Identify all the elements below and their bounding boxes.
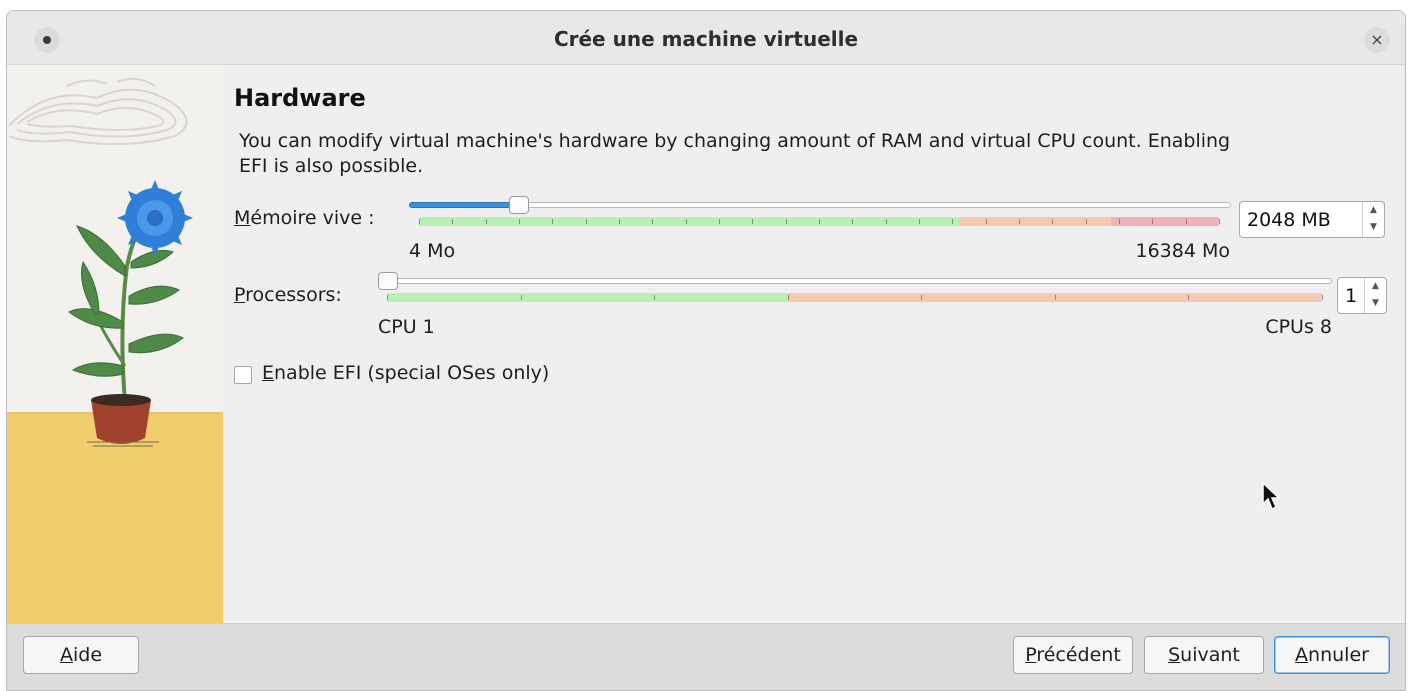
memory-tick (519, 219, 520, 224)
memory-tick (819, 219, 820, 224)
processors-tick (1188, 295, 1189, 300)
memory-slider-fill (409, 202, 519, 208)
memory-tick (786, 219, 787, 224)
cancel-button[interactable]: Annuler (1274, 636, 1390, 674)
title-bar: Crée une machine virtuelle × (7, 11, 1405, 65)
memory-decrement-icon[interactable]: ▼ (1363, 219, 1384, 236)
back-button[interactable]: Précédent (1013, 636, 1133, 674)
help-button[interactable]: Aide (23, 636, 139, 674)
mouse-cursor-icon (1262, 482, 1281, 511)
memory-tick (552, 219, 553, 224)
memory-spinbox-arrows: ▲ ▼ (1362, 202, 1384, 237)
memory-tick (452, 219, 453, 224)
memory-tick (586, 219, 587, 224)
processors-tick (1055, 295, 1056, 300)
memory-tick (1219, 219, 1220, 224)
memory-tick (1086, 219, 1087, 224)
memory-min-label: 4 Mo (409, 240, 456, 262)
page-title: Hardware (234, 84, 366, 112)
processors-decrement-icon[interactable]: ▼ (1365, 295, 1386, 312)
processors-spinbox-arrows: ▲ ▼ (1364, 278, 1386, 313)
content-area: Hardware You can modify virtual machine'… (223, 66, 1405, 623)
next-button[interactable]: Suivant (1144, 636, 1264, 674)
processors-ticks (387, 293, 1323, 302)
memory-increment-icon[interactable]: ▲ (1363, 202, 1384, 219)
processors-label: Processors: (234, 284, 342, 306)
memory-tick (986, 219, 987, 224)
button-bar: Aide Précédent Suivant Annuler (7, 623, 1405, 690)
processors-slider[interactable] (378, 272, 1332, 312)
processors-tick (654, 295, 655, 300)
memory-tick (752, 219, 753, 224)
memory-tick (952, 219, 953, 224)
processors-tick (521, 295, 522, 300)
create-vm-dialog: Crée une machine virtuelle × Hardware Yo… (6, 10, 1406, 691)
memory-tick (852, 219, 853, 224)
memory-tick (652, 219, 653, 224)
close-button[interactable]: × (1364, 27, 1390, 53)
processors-slider-track (378, 278, 1332, 284)
page-description: You can modify virtual machine's hardwar… (239, 130, 1231, 177)
enable-efi-checkbox[interactable] (234, 366, 252, 384)
enable-efi-label[interactable]: Enable EFI (special OSes only) (262, 362, 549, 384)
memory-slider-handle[interactable] (509, 196, 529, 214)
processors-max-label: CPUs 8 (1265, 316, 1332, 338)
memory-tick (719, 219, 720, 224)
memory-ticks (419, 217, 1220, 226)
processors-spinbox[interactable]: 1 ▲ ▼ (1337, 277, 1387, 314)
blue-flower (117, 180, 193, 256)
memory-tick (1186, 219, 1187, 224)
table-surface (7, 412, 223, 623)
processors-tick (788, 295, 789, 300)
processors-spinbox-value[interactable]: 1 (1345, 285, 1357, 307)
processors-slider-handle[interactable] (378, 272, 398, 290)
processors-tick (921, 295, 922, 300)
memory-tick (1152, 219, 1153, 224)
processors-min-label: CPU 1 (378, 316, 435, 338)
memory-slider-track (409, 202, 1231, 208)
memory-tick (619, 219, 620, 224)
memory-tick (886, 219, 887, 224)
processors-tick (1322, 295, 1323, 300)
memory-max-label: 16384 Mo (1135, 240, 1231, 262)
window-title: Crée une machine virtuelle (553, 27, 859, 51)
memory-tick (419, 219, 420, 224)
memory-tick (919, 219, 920, 224)
memory-spinbox-value[interactable]: 2048 MB (1247, 209, 1331, 231)
wizard-illustration (7, 66, 223, 623)
memory-tick (1119, 219, 1120, 224)
memory-tick (686, 219, 687, 224)
processors-increment-icon[interactable]: ▲ (1365, 278, 1386, 295)
memory-tick (1052, 219, 1053, 224)
memory-spinbox[interactable]: 2048 MB ▲ ▼ (1239, 201, 1385, 238)
memory-slider[interactable] (409, 196, 1231, 236)
memory-label: Mémoire vive : (234, 207, 375, 229)
processors-tick (387, 295, 388, 300)
memory-tick (486, 219, 487, 224)
memory-tick (1019, 219, 1020, 224)
